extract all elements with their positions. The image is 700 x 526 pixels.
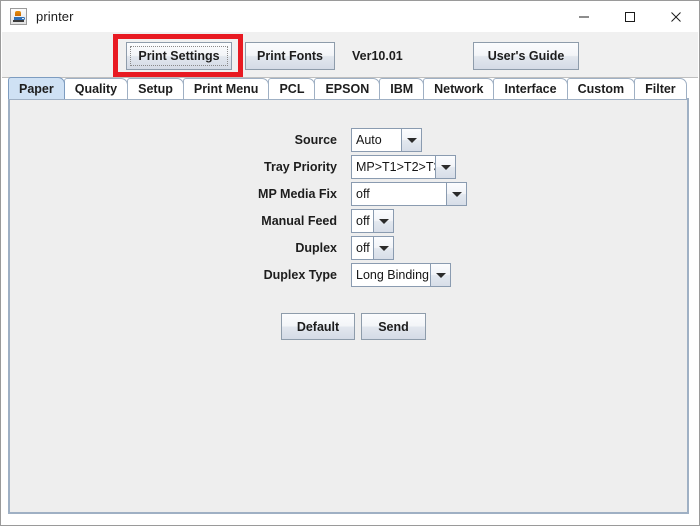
form-row: Tray Priority MP>T1>T2>T3: [264, 155, 456, 179]
tab-label: Interface: [504, 82, 557, 96]
form-row: Duplex Type Long Binding: [264, 263, 451, 287]
tab-label: Network: [434, 82, 484, 96]
tab-label: PCL: [279, 82, 305, 96]
tab-quality[interactable]: Quality: [63, 78, 129, 99]
window-title: printer: [36, 9, 74, 24]
tab-label: Filter: [645, 82, 676, 96]
combo-source[interactable]: Auto: [351, 128, 422, 152]
tab-label: Setup: [138, 82, 173, 96]
chevron-down-icon[interactable]: [401, 128, 422, 152]
tab-setup[interactable]: Setup: [127, 78, 184, 99]
version-text: Ver10.01: [352, 49, 403, 63]
combo-tray-priority[interactable]: MP>T1>T2>T3: [351, 155, 456, 179]
window-controls: [561, 1, 699, 32]
tab-label: Quality: [74, 82, 118, 96]
tab-epson[interactable]: EPSON: [314, 78, 381, 99]
tab-network[interactable]: Network: [423, 78, 495, 99]
chevron-down-icon[interactable]: [435, 155, 456, 179]
minimize-icon[interactable]: [561, 1, 607, 32]
combo-value[interactable]: off: [351, 209, 373, 233]
combo-value[interactable]: Auto: [351, 128, 401, 152]
chevron-down-icon[interactable]: [373, 209, 394, 233]
tab-ibm[interactable]: IBM: [379, 78, 425, 99]
printer-window: printer Print Settings Print Fonts Ver10…: [0, 0, 700, 526]
form-row: Source Auto: [295, 128, 422, 152]
close-icon[interactable]: [653, 1, 699, 32]
users-guide-label: User's Guide: [487, 49, 565, 63]
default-label: Default: [296, 319, 340, 334]
tab-label: Print Menu: [193, 82, 259, 96]
field-label: MP Media Fix: [258, 187, 337, 201]
toolbar: Print Settings Print Fonts Ver10.01 User…: [2, 32, 698, 78]
field-label: Source: [294, 133, 337, 147]
combo-manual-feed[interactable]: off: [351, 209, 394, 233]
tab-filter[interactable]: Filter: [634, 78, 687, 99]
tab-paper[interactable]: Paper: [8, 77, 65, 99]
title-bar: printer: [1, 1, 699, 32]
combo-mp-media-fix[interactable]: off: [351, 182, 467, 206]
print-settings-button[interactable]: Print Settings: [126, 42, 232, 70]
tab-bar: Paper Quality Setup Print Menu PCL EPSON IBM Ne…: [8, 77, 687, 99]
chevron-down-icon[interactable]: [446, 182, 467, 206]
tab-pcl[interactable]: PCL: [268, 78, 316, 99]
send-button[interactable]: Send: [361, 313, 426, 340]
tab-label: Custom: [577, 82, 625, 96]
java-app-icon: [10, 8, 27, 25]
chevron-down-icon[interactable]: [373, 236, 394, 260]
paper-tab-panel: Source Auto Tray Priority MP>T1>T2>T3 MP Med…: [8, 98, 689, 514]
chevron-down-icon[interactable]: [430, 263, 451, 287]
tab-label: Paper: [19, 81, 54, 96]
form-row: Manual Feed off: [261, 209, 394, 233]
form-row: Duplex off: [295, 236, 394, 260]
field-label: Duplex Type: [263, 268, 337, 282]
field-label: Duplex: [295, 241, 337, 255]
users-guide-button[interactable]: User's Guide: [473, 42, 579, 70]
field-label: Tray Priority: [264, 160, 337, 174]
combo-duplex[interactable]: off: [351, 236, 394, 260]
focus-indicator: [130, 46, 228, 66]
maximize-icon[interactable]: [607, 1, 653, 32]
combo-value[interactable]: off: [351, 182, 446, 206]
combo-value[interactable]: Long Binding: [351, 263, 430, 287]
tab-print-menu[interactable]: Print Menu: [182, 78, 270, 99]
form-row: MP Media Fix off: [258, 182, 467, 206]
field-label: Manual Feed: [261, 214, 337, 228]
default-button[interactable]: Default: [281, 313, 355, 340]
tab-interface[interactable]: Interface: [493, 78, 568, 99]
tab-label: IBM: [390, 82, 414, 96]
print-fonts-label: Print Fonts: [257, 49, 323, 63]
print-fonts-button[interactable]: Print Fonts: [245, 42, 335, 70]
combo-duplex-type[interactable]: Long Binding: [351, 263, 451, 287]
tab-custom[interactable]: Custom: [566, 78, 636, 99]
combo-value[interactable]: MP>T1>T2>T3: [351, 155, 435, 179]
send-label: Send: [378, 319, 409, 334]
combo-value[interactable]: off: [351, 236, 373, 260]
tab-label: EPSON: [325, 82, 370, 96]
panel-action-buttons: Default Send: [281, 313, 426, 340]
